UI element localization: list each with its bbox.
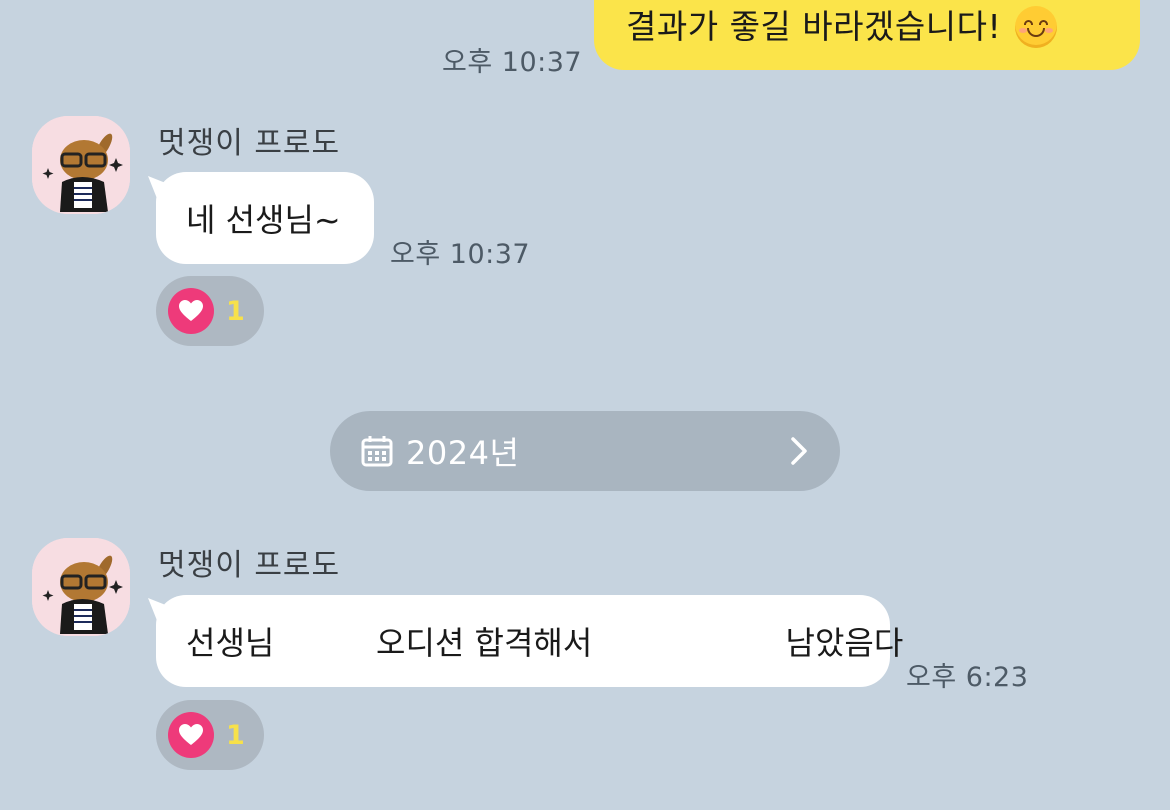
date-divider[interactable]: 2024년 xyxy=(330,411,840,491)
frodo-avatar-icon xyxy=(32,538,130,636)
outgoing-message-text: 결과가 좋길 바라겠습니다! xyxy=(626,7,1002,46)
smiling-face-icon xyxy=(1015,6,1058,48)
frodo-avatar-icon xyxy=(32,116,130,214)
incoming-message-time: 오후 6:23 xyxy=(906,662,1029,693)
reaction-count: 1 xyxy=(226,295,245,327)
incoming-message-bubble[interactable]: 네 선생님~ xyxy=(156,172,374,264)
incoming-message-text: 선생님 오디션 합격해서 남았음다 xyxy=(186,624,904,662)
reaction-count: 1 xyxy=(226,719,245,751)
chevron-right-icon xyxy=(791,437,807,465)
incoming-message-time: 오후 10:37 xyxy=(390,239,531,270)
outgoing-message-time: 오후 10:37 xyxy=(442,47,583,78)
reaction-badge[interactable]: 1 xyxy=(156,276,264,346)
sender-name: 멋쟁이 프로도 xyxy=(158,126,341,161)
calendar-icon xyxy=(361,436,393,467)
outgoing-message-bubble[interactable]: 결과가 좋길 바라겠습니다! xyxy=(594,0,1140,70)
heart-icon xyxy=(168,712,214,758)
heart-icon xyxy=(168,288,214,334)
date-label: 2024년 xyxy=(406,434,520,472)
sender-name: 멋쟁이 프로도 xyxy=(158,548,341,583)
incoming-message-text: 네 선생님~ xyxy=(186,201,341,239)
incoming-message-bubble[interactable]: 선생님 오디션 합격해서 남았음다 xyxy=(156,595,903,687)
avatar[interactable] xyxy=(32,538,130,636)
reaction-badge[interactable]: 1 xyxy=(156,700,264,770)
avatar[interactable] xyxy=(32,116,130,214)
